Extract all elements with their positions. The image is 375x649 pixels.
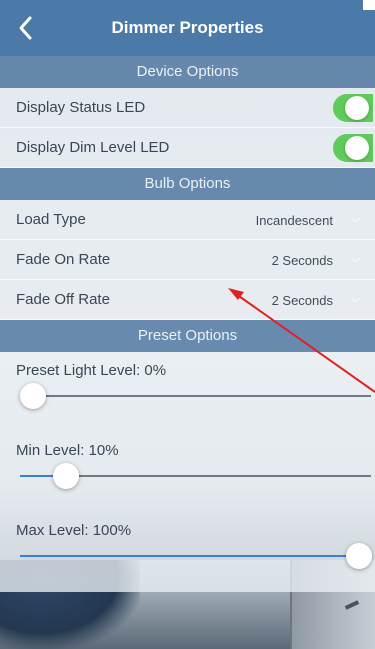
- min-level-slider-thumb[interactable]: [53, 463, 79, 489]
- row-load-type[interactable]: Load Type Incandescent: [0, 200, 375, 240]
- preset-light-level-control: Preset Light Level: 0%: [0, 352, 375, 432]
- slider-track[interactable]: [20, 395, 371, 397]
- section-header-preset-options: Preset Options: [0, 320, 375, 352]
- toggle-knob: [345, 96, 369, 120]
- slider-fill: [20, 475, 54, 477]
- chevron-down-icon: [349, 213, 361, 225]
- section-header-bulb-options: Bulb Options: [0, 168, 375, 200]
- display-status-led-toggle[interactable]: [333, 94, 373, 122]
- slider-label: Max Level: 100%: [16, 522, 132, 539]
- chevron-down-icon: [349, 253, 361, 265]
- row-label: Fade On Rate: [16, 251, 111, 268]
- scroll-indicator: [363, 0, 375, 10]
- row-label: Fade Off Rate: [16, 291, 110, 308]
- row-display-dim-level-led: Display Dim Level LED: [0, 128, 375, 168]
- row-label: Display Status LED: [16, 99, 146, 116]
- section-header-device-options: Device Options: [0, 56, 375, 88]
- max-level-slider-thumb[interactable]: [346, 543, 372, 569]
- max-level-control: Max Level: 100%: [0, 512, 375, 592]
- slider-fill: [20, 555, 350, 557]
- toggle-knob: [345, 136, 369, 160]
- row-label: Load Type: [16, 211, 86, 228]
- load-type-value: Incandescent: [255, 213, 333, 228]
- slider-label: Preset Light Level: 0%: [16, 362, 167, 379]
- row-fade-off-rate[interactable]: Fade Off Rate 2 Seconds: [0, 280, 375, 320]
- page-title: Dimmer Properties: [111, 18, 264, 37]
- nav-bar: Dimmer Properties: [0, 0, 375, 56]
- row-display-status-led: Display Status LED: [0, 88, 375, 128]
- min-level-control: Min Level: 10%: [0, 432, 375, 512]
- row-label: Display Dim Level LED: [16, 139, 170, 156]
- slider-label: Min Level: 10%: [16, 442, 119, 459]
- fade-off-rate-value: 2 Seconds: [271, 293, 333, 308]
- display-dim-level-led-toggle[interactable]: [333, 134, 373, 162]
- row-fade-on-rate[interactable]: Fade On Rate 2 Seconds: [0, 240, 375, 280]
- preset-light-level-slider-thumb[interactable]: [20, 383, 46, 409]
- chevron-down-icon: [349, 293, 361, 305]
- fade-on-rate-value: 2 Seconds: [271, 253, 333, 268]
